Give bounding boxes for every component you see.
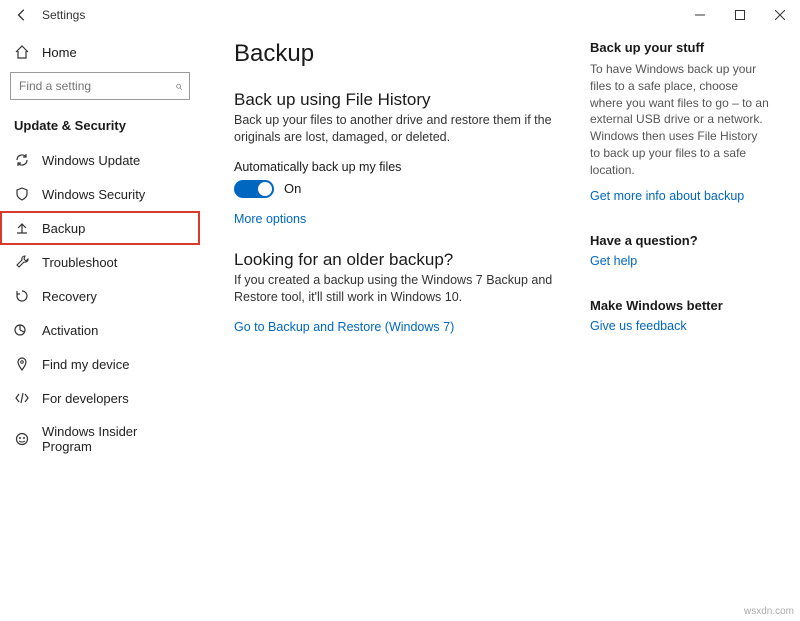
maximize-button[interactable] — [720, 0, 760, 30]
minimize-button[interactable] — [680, 0, 720, 30]
titlebar: Settings — [0, 0, 800, 30]
shield-icon — [14, 186, 30, 202]
sidebar-item-label: Troubleshoot — [42, 255, 117, 270]
older-backup-heading: Looking for an older backup? — [234, 250, 570, 270]
watermark: wsxdn.com — [744, 606, 794, 617]
more-options-link[interactable]: More options — [234, 212, 570, 226]
aside-panel: Back up your stuff To have Windows back … — [590, 40, 770, 621]
sidebar-item-troubleshoot[interactable]: Troubleshoot — [0, 245, 200, 279]
sidebar-item-windows-security[interactable]: Windows Security — [0, 177, 200, 211]
sidebar-item-windows-update[interactable]: Windows Update — [0, 143, 200, 177]
wrench-icon — [14, 254, 30, 270]
home-icon — [14, 44, 30, 60]
sidebar-item-label: For developers — [42, 391, 129, 406]
backup-icon — [14, 220, 30, 236]
sidebar-item-label: Windows Update — [42, 153, 140, 168]
key-icon — [14, 322, 30, 338]
insider-icon — [14, 431, 30, 447]
auto-backup-toggle[interactable] — [234, 180, 274, 198]
main-content: Backup Back up using File History Back u… — [234, 40, 570, 621]
aside-feedback-heading: Make Windows better — [590, 298, 770, 313]
section-header: Update & Security — [0, 110, 200, 143]
sidebar-item-label: Activation — [42, 323, 98, 338]
sidebar-item-for-developers[interactable]: For developers — [0, 381, 200, 415]
code-icon — [14, 390, 30, 406]
close-button[interactable] — [760, 0, 800, 30]
sidebar: Home ⌕ Update & Security Windows Update … — [0, 30, 200, 621]
home-link[interactable]: Home — [0, 36, 200, 68]
sidebar-item-label: Recovery — [42, 289, 97, 304]
sidebar-item-recovery[interactable]: Recovery — [0, 279, 200, 313]
more-info-link[interactable]: Get more info about backup — [590, 189, 770, 203]
file-history-description: Back up your files to another drive and … — [234, 112, 570, 146]
feedback-link[interactable]: Give us feedback — [590, 319, 770, 333]
recovery-icon — [14, 288, 30, 304]
file-history-heading: Back up using File History — [234, 90, 570, 110]
search-input[interactable] — [10, 72, 190, 100]
sidebar-item-windows-insider[interactable]: Windows Insider Program — [0, 415, 200, 463]
window-title: Settings — [42, 8, 85, 22]
toggle-knob — [258, 182, 272, 196]
sidebar-item-label: Find my device — [42, 357, 129, 372]
aside-backup-body: To have Windows back up your files to a … — [590, 61, 770, 179]
sidebar-item-activation[interactable]: Activation — [0, 313, 200, 347]
older-backup-description: If you created a backup using the Window… — [234, 272, 570, 306]
home-label: Home — [42, 45, 77, 60]
sidebar-item-backup[interactable]: Backup — [0, 211, 200, 245]
page-title: Backup — [234, 40, 570, 68]
auto-backup-label: Automatically back up my files — [234, 160, 570, 174]
back-button[interactable] — [8, 1, 36, 29]
search-icon: ⌕ — [175, 78, 182, 94]
toggle-state: On — [284, 181, 301, 196]
sidebar-item-label: Backup — [42, 221, 85, 236]
aside-question-heading: Have a question? — [590, 233, 770, 248]
location-icon — [14, 356, 30, 372]
get-help-link[interactable]: Get help — [590, 254, 770, 268]
sync-icon — [14, 152, 30, 168]
window-controls — [680, 0, 800, 30]
sidebar-item-find-my-device[interactable]: Find my device — [0, 347, 200, 381]
backup-restore-link[interactable]: Go to Backup and Restore (Windows 7) — [234, 320, 570, 334]
sidebar-item-label: Windows Insider Program — [42, 424, 186, 454]
sidebar-item-label: Windows Security — [42, 187, 145, 202]
aside-backup-heading: Back up your stuff — [590, 40, 770, 55]
